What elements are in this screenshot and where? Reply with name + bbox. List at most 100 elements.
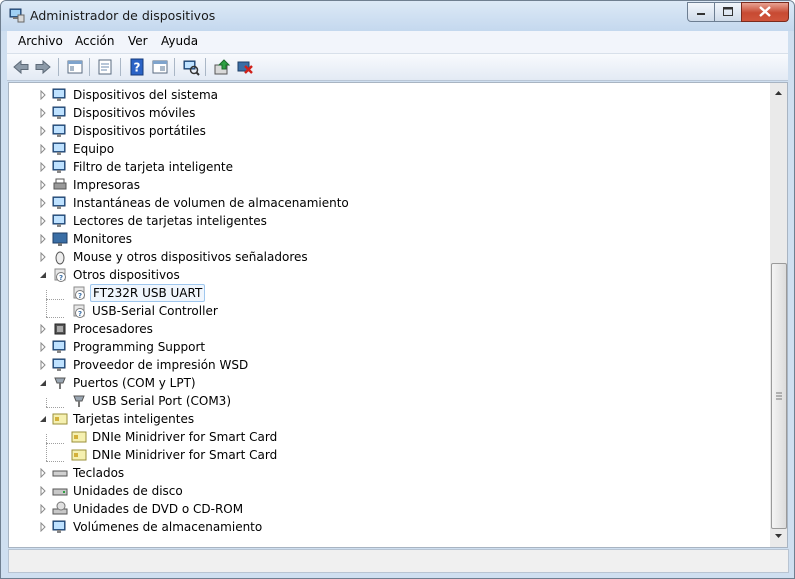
menu-archivo[interactable]: Archivo <box>18 34 63 48</box>
tree-category-item[interactable]: Lectores de tarjetas inteligentes <box>9 212 769 230</box>
tree-category-item[interactable]: Unidades de disco <box>9 482 769 500</box>
tree-item-label: Dispositivos móviles <box>73 106 196 120</box>
tree-category-item[interactable]: Dispositivos portátiles <box>9 122 769 140</box>
minimize-button[interactable] <box>687 2 715 22</box>
tree-child-item[interactable]: ? USB-Serial Controller <box>9 302 769 320</box>
tree-category-item[interactable]: ? Otros dispositivos <box>9 266 769 284</box>
smartcard-icon <box>52 413 68 425</box>
expanded-arrow-icon[interactable] <box>39 378 47 388</box>
tree-category-item[interactable]: Procesadores <box>9 320 769 338</box>
back-arrow-icon[interactable] <box>12 58 30 76</box>
tree-category-item[interactable]: Programming Support <box>9 338 769 356</box>
scroll-thumb[interactable] <box>771 263 787 529</box>
toolbar-separator <box>120 58 121 76</box>
tree-child-item[interactable]: USB Serial Port (COM3) <box>9 392 769 410</box>
tree-category-item[interactable]: Puertos (COM y LPT) <box>9 374 769 392</box>
help-icon[interactable]: ? <box>128 58 146 76</box>
scroll-up-icon[interactable] <box>770 84 787 101</box>
tree-item-label: Programming Support <box>73 340 206 354</box>
collapsed-arrow-icon[interactable] <box>39 486 47 496</box>
collapsed-arrow-icon[interactable] <box>39 180 47 190</box>
tree-category-item[interactable]: Monitores <box>9 230 769 248</box>
collapsed-arrow-icon[interactable] <box>39 234 47 244</box>
dvd-drive-icon <box>52 501 68 515</box>
status-bar <box>8 549 789 573</box>
menu-ayuda[interactable]: Ayuda <box>161 34 198 48</box>
collapsed-arrow-icon[interactable] <box>39 216 47 226</box>
menu-ver[interactable]: Ver <box>128 34 148 48</box>
tree-item-label: Mouse y otros dispositivos señaladores <box>73 250 308 264</box>
tree-category-item[interactable]: Dispositivos del sistema <box>9 86 769 104</box>
tree-item-label: Volúmenes de almacenamiento <box>73 520 263 534</box>
expanded-arrow-icon[interactable] <box>39 270 47 280</box>
device-manager-window: Administrador de dispositivos Archivo Ac… <box>0 0 795 579</box>
tree-item-label: Puertos (COM y LPT) <box>73 376 196 390</box>
tree-category-item[interactable]: Proveedor de impresión WSD <box>9 356 769 374</box>
properties-icon[interactable] <box>96 58 114 76</box>
tree-category-item[interactable]: Equipo <box>9 140 769 158</box>
printer-icon <box>53 178 67 190</box>
close-button[interactable] <box>741 2 789 22</box>
tree-child-item[interactable]: ? FT232R USB UART <box>9 284 769 302</box>
tree-category-item[interactable]: Mouse y otros dispositivos señaladores <box>9 248 769 266</box>
title-bar[interactable]: Administrador de dispositivos <box>1 1 794 31</box>
tree-item-label: Dispositivos portátiles <box>73 124 206 138</box>
menu-accion[interactable]: Acción <box>75 34 114 48</box>
keyboard-icon <box>52 470 68 477</box>
tree-child-item[interactable]: DNIe Minidriver for Smart Card <box>9 428 769 446</box>
collapsed-arrow-icon[interactable] <box>39 504 47 514</box>
tree-category-item[interactable]: Impresoras <box>9 176 769 194</box>
tree-category-item[interactable]: Dispositivos móviles <box>9 104 769 122</box>
tree-item-label: Lectores de tarjetas inteligentes <box>73 214 267 228</box>
collapsed-arrow-icon[interactable] <box>39 342 47 352</box>
scan-hardware-icon[interactable] <box>182 58 200 76</box>
minimize-icon <box>697 13 705 15</box>
tree-item-label: FT232R USB UART <box>90 284 206 302</box>
collapsed-arrow-icon[interactable] <box>39 162 47 172</box>
maximize-button[interactable] <box>714 2 742 22</box>
uninstall-device-icon[interactable] <box>236 58 254 76</box>
menu-bar: Archivo Acción Ver Ayuda <box>7 31 788 54</box>
wsd-printer-icon <box>52 358 66 371</box>
collapsed-arrow-icon[interactable] <box>39 324 47 334</box>
portable-devices-icon <box>52 124 66 137</box>
collapsed-arrow-icon[interactable] <box>39 144 47 154</box>
tree-category-item[interactable]: Tarjetas inteligentes <box>9 410 769 428</box>
collapsed-arrow-icon[interactable] <box>39 468 47 478</box>
tree-category-item[interactable]: Filtro de tarjeta inteligente <box>9 158 769 176</box>
maximize-icon <box>723 7 733 16</box>
svg-text:?: ? <box>78 310 82 318</box>
unknown-device-icon: ? <box>73 304 85 318</box>
forward-arrow-icon[interactable] <box>34 58 52 76</box>
tree-category-item[interactable]: Volúmenes de almacenamiento <box>9 518 769 536</box>
tree-item-label: Proveedor de impresión WSD <box>73 358 249 372</box>
tree-category-item[interactable]: Unidades de DVD o CD-ROM <box>9 500 769 518</box>
window-title: Administrador de dispositivos <box>30 8 216 23</box>
collapsed-arrow-icon[interactable] <box>39 360 47 370</box>
tree-item-label: Tarjetas inteligentes <box>73 412 195 426</box>
vertical-scrollbar[interactable] <box>770 82 788 548</box>
collapsed-arrow-icon[interactable] <box>39 252 47 262</box>
tree-item-label: Unidades de DVD o CD-ROM <box>73 502 244 516</box>
collapsed-arrow-icon[interactable] <box>39 522 47 532</box>
programming-support-icon <box>52 340 66 353</box>
tree-item-label: Equipo <box>73 142 115 156</box>
tree-category-item[interactable]: Teclados <box>9 464 769 482</box>
collapsed-arrow-icon[interactable] <box>39 108 47 118</box>
tree-item-label: USB-Serial Controller <box>92 304 218 318</box>
expanded-arrow-icon[interactable] <box>39 414 47 424</box>
collapsed-arrow-icon[interactable] <box>39 198 47 208</box>
collapsed-arrow-icon[interactable] <box>39 126 47 136</box>
toolbar-separator <box>174 58 175 76</box>
tree-category-item[interactable]: Instantáneas de volumen de almacenamient… <box>9 194 769 212</box>
tree-child-item[interactable]: DNIe Minidriver for Smart Card <box>9 446 769 464</box>
computer-icon <box>52 142 66 155</box>
show-hide-tree-icon[interactable] <box>66 58 84 76</box>
svg-text:?: ? <box>134 61 141 75</box>
scroll-down-icon[interactable] <box>770 528 787 545</box>
smartcard-filter-icon <box>52 160 66 173</box>
update-driver-icon[interactable] <box>213 58 231 76</box>
collapsed-arrow-icon[interactable] <box>39 90 47 100</box>
view-icon[interactable] <box>151 58 169 76</box>
storage-volume-icon <box>52 520 66 533</box>
